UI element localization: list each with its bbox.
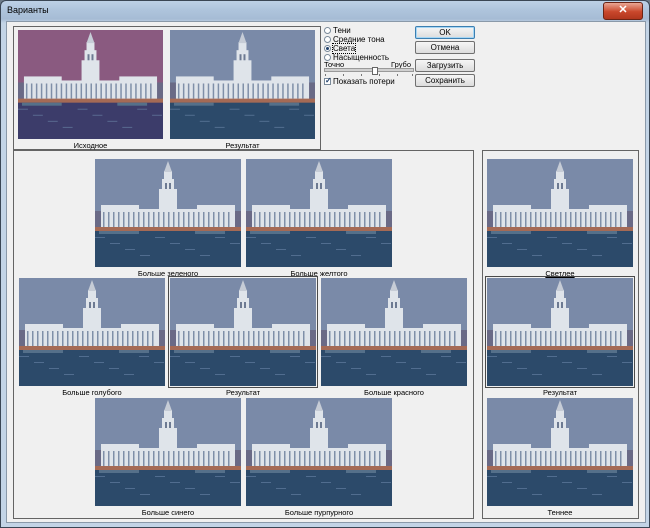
window-title: Варианты (7, 5, 49, 15)
color-variations-panel: Больше зеленого Больше желтого Больше го… (13, 150, 474, 519)
more-cyan-label: Больше голубого (62, 388, 122, 397)
slider-thumb[interactable] (372, 67, 378, 75)
slider-tick (412, 74, 413, 76)
title-bar[interactable]: Варианты ✕ (1, 1, 649, 21)
lightness-current-label: Результат (542, 388, 578, 397)
slider-tick (379, 74, 380, 76)
radio-shadows[interactable]: Тени (324, 26, 351, 35)
more-green-thumbnail[interactable] (95, 159, 241, 267)
show-clipping-label: Показать потери (333, 77, 395, 86)
radio-midtones-label: Средние тона (333, 35, 385, 44)
darker-label: Теннее (547, 508, 573, 517)
more-blue-label: Больше синего (141, 508, 195, 517)
save-button[interactable]: Сохранить (415, 74, 475, 87)
radio-shadows-label: Тени (333, 26, 351, 35)
current-pick-label: Результат (225, 388, 261, 397)
preview-panel: Исходное Результат (13, 26, 321, 150)
show-clipping-box[interactable] (324, 76, 332, 85)
fine-coarse-slider[interactable] (324, 68, 414, 72)
variations-dialog: Варианты ✕ Исходное Результат Тени Средн… (0, 0, 650, 528)
current-pick-thumbnail (168, 276, 318, 388)
original-label: Исходное (73, 141, 108, 150)
lightness-current-thumbnail (485, 276, 635, 388)
darker-thumbnail[interactable] (487, 398, 633, 506)
more-cyan-thumbnail[interactable] (19, 278, 165, 386)
radio-highlights-dot[interactable] (324, 45, 331, 52)
more-red-label: Больше красного (364, 388, 424, 397)
radio-highlights-label: Света (331, 43, 357, 54)
more-blue-thumbnail[interactable] (95, 398, 241, 506)
radio-shadows-dot[interactable] (324, 27, 331, 34)
slider-tick (343, 74, 344, 76)
more-yellow-thumbnail[interactable] (246, 159, 392, 267)
result-thumbnail (170, 30, 315, 139)
more-green-label: Больше зеленого (137, 269, 199, 278)
dialog-client-area: Исходное Результат Тени Средние тона Све… (6, 21, 646, 523)
radio-highlights[interactable]: Света (324, 43, 357, 54)
more-magenta-label: Больше пурпурного (284, 508, 354, 517)
lighter-thumbnail[interactable] (487, 159, 633, 267)
ok-button[interactable]: OK (415, 26, 475, 39)
slider-tick (397, 74, 398, 76)
more-magenta-thumbnail[interactable] (246, 398, 392, 506)
lighter-label: Светлее (545, 269, 575, 278)
slider-tick (361, 74, 362, 76)
more-red-thumbnail[interactable] (321, 278, 467, 386)
radio-midtones[interactable]: Средние тона (324, 35, 385, 44)
load-button[interactable]: Загрузить (415, 59, 475, 72)
cancel-button[interactable]: Отмена (415, 41, 475, 54)
radio-midtones-dot[interactable] (324, 36, 331, 43)
show-clipping-checkbox[interactable]: Показать потери (324, 76, 395, 86)
original-thumbnail (18, 30, 163, 139)
more-yellow-label: Больше желтого (290, 269, 348, 278)
result-label: Результат (225, 141, 260, 150)
close-button[interactable]: ✕ (603, 2, 643, 20)
lightness-panel: Светлее Результат Теннее (482, 150, 639, 519)
